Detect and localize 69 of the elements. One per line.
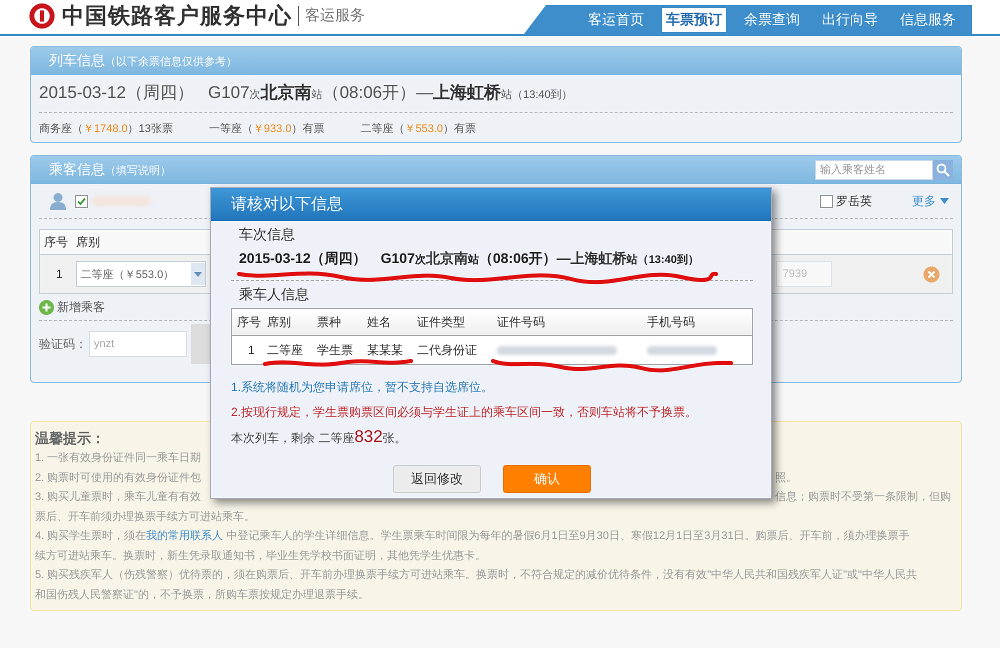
blurred-name [91, 196, 151, 206]
panel-note: （填写说明） [105, 164, 171, 178]
panel-title: 列车信息 [49, 52, 105, 70]
caret-icon [940, 198, 949, 204]
dropdown-icon [194, 272, 202, 276]
blurred-text [647, 346, 717, 354]
person-icon [49, 192, 67, 210]
nav-tab[interactable]: 信息服务 [896, 8, 960, 32]
route-line: 2015-03-12（周四） G107次北京南站（08:06开）—上海虹桥站（13:40到） [231, 244, 753, 281]
column-header: 证件号码 [497, 314, 546, 330]
tip-text: 照。 [775, 470, 797, 485]
table-cell-text: 二等座 [267, 342, 304, 358]
tip-text: 信息；购票时不受第一条限制，但购 [775, 490, 951, 504]
column-header: 票种 [317, 314, 342, 330]
nav-tab[interactable]: 车票预订 [662, 8, 726, 32]
more-link[interactable]: 更多 [912, 192, 936, 210]
tip-text: 1. 一张有效身份证件同一乘车日期 [35, 451, 202, 466]
tip-text: 续方可进站乘车。换票时，新生凭录取通知书，毕业生凭学校书面证明，其他凭学生优惠卡。 [35, 548, 486, 563]
search-field[interactable]: 输入乘客姓名 [815, 160, 933, 180]
site-subtitle: 客运服务 [298, 6, 365, 26]
tip-text: 票后、开车前须办理换票手续方可进站乘车。 [35, 510, 255, 524]
confirm-button[interactable]: 确认 [503, 465, 591, 493]
tip-text: 4. 购买学生票时，须在我的常用联系人 中登记乘车人的学生详细信息。学生票乘车时间限为每年的暑假6月1日至9月30日、寒假12月1日至3月31日。购票后、开车前，须办理换票手 [35, 528, 910, 544]
panel-title: 乘客信息 [49, 161, 105, 179]
search-button[interactable] [933, 160, 953, 180]
remaining-tickets-text: 本次列车，剩余 二等座832张。 [231, 427, 408, 447]
table-cell-text: 学生票 [317, 342, 354, 358]
column-header: 手机号码 [647, 314, 696, 330]
nav-tab[interactable]: 余票查询 [740, 8, 804, 32]
search-icon [936, 163, 950, 177]
tip-text: 3. 购买儿童票时，乘车儿童有有效 [35, 490, 202, 504]
column-header: 席别 [76, 234, 100, 250]
contact-name: 罗岳英 [836, 192, 872, 210]
tip-text: 2. 购票时可使用的有效身份证件包 [35, 470, 202, 485]
captcha-field[interactable]: ynzt [89, 331, 187, 357]
back-button[interactable]: 返回修改 [393, 465, 481, 493]
section-heading: 乘车人信息 [239, 285, 309, 304]
column-header: 序号 [236, 314, 262, 330]
add-icon[interactable] [39, 300, 54, 314]
table-cell-text: 二代身份证 [417, 342, 478, 358]
column-header: 序号 [44, 234, 68, 250]
table-cell-text: 1 [247, 343, 256, 357]
checkbox[interactable] [820, 194, 833, 208]
panel-note: （以下余票信息仅供参考） [105, 54, 237, 68]
captcha-label: 验证码： [39, 336, 87, 352]
id-number-field[interactable]: 7939 [776, 261, 832, 287]
seat-price-text: 商务座（￥1748.0）13张票 [39, 122, 173, 136]
table-cell: 1 [56, 267, 63, 281]
table-cell-text: 某某某 [367, 342, 404, 358]
notice-text: 2.按现行规定，学生票购票区间必须与学生证上的乘车区间一致，否则车站将不予换票。 [231, 404, 698, 421]
column-header: 席别 [267, 314, 292, 330]
dialog-title: 请核对以下信息 [211, 188, 771, 221]
remove-icon[interactable] [923, 266, 940, 282]
tip-text: 5. 购买残疾军人（伤残警察）优待票的，须在购票后、开车前办理换票手续方可进站乘车。换票时，不符合规定的减价优待条件，没有有效"中华人民共和国残疾军人证"或"中华人民共 [35, 568, 917, 582]
tips-title: 温馨提示： [35, 430, 105, 448]
seat-select[interactable]: 二等座（￥553.0） [76, 261, 206, 287]
column-header: 姓名 [367, 314, 392, 330]
nav-tab[interactable]: 出行向导 [818, 8, 882, 32]
checkbox[interactable] [75, 194, 88, 208]
column-header: 证件类型 [417, 314, 466, 330]
seat-price-text: 一等座（￥933.0）有票 [208, 122, 324, 136]
tip-text: 和国伤残人民警察证"的，不予换票，所购车票按规定办理退票手续。 [35, 588, 369, 602]
notice-text: 1.系统将随机为您申请席位，暂不支持自选席位。 [231, 379, 494, 396]
route-line: 2015-03-12（周四） G107次北京南站（08:06开）—上海虹桥站（13:40到） [39, 79, 953, 113]
nav-tab[interactable]: 客运首页 [584, 8, 648, 32]
seat-price-text: 二等座（￥553.0）有票 [360, 122, 476, 136]
site-title: 中国铁路客户服务中心 [62, 2, 292, 30]
section-heading: 车次信息 [239, 225, 295, 244]
add-passenger-link[interactable]: 新增乘客 [57, 298, 105, 316]
